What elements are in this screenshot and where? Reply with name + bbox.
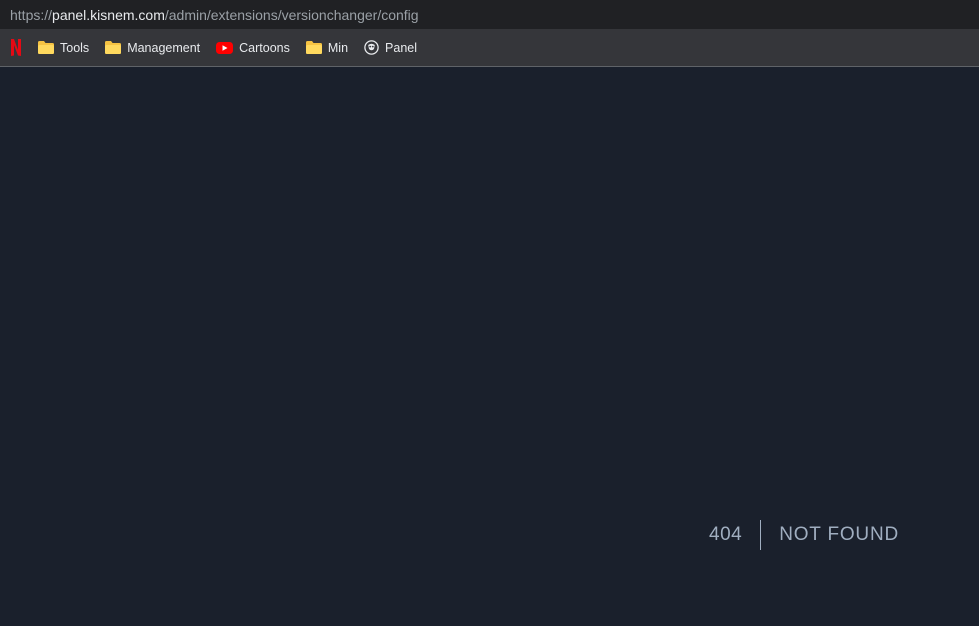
bookmark-tools[interactable]: Tools: [38, 41, 89, 55]
page-content: 404 NOT FOUND: [0, 67, 979, 626]
error-message: NOT FOUND: [779, 524, 899, 545]
bookmark-netflix[interactable]: [10, 39, 22, 56]
bookmark-label: Tools: [60, 40, 90, 55]
url-domain: panel.kisnem.com: [52, 6, 165, 23]
bookmark-label: Management: [127, 40, 201, 55]
folder-icon: [305, 41, 322, 54]
url-path: /admin/extensions/versionchanger/config: [164, 6, 419, 23]
bookmark-label: Min: [327, 40, 349, 55]
folder-icon: [105, 41, 122, 54]
bookmark-cartoons[interactable]: Cartoons: [216, 41, 290, 55]
bookmark-label: Panel: [385, 40, 418, 55]
bookmark-management[interactable]: Management: [105, 41, 200, 55]
folder-icon: [38, 41, 54, 54]
bookmark-panel[interactable]: Panel: [364, 40, 417, 55]
bookmark-label: Cartoons: [239, 40, 290, 55]
bookmarks-bar: Tools Management Cartoons Min Panel: [0, 29, 979, 67]
youtube-icon: [216, 41, 234, 54]
netflix-icon: [11, 39, 21, 56]
address-bar[interactable]: https://panel.kisnem.com/admin/extension…: [0, 0, 979, 29]
not-found-message: 404 NOT FOUND: [709, 520, 899, 550]
panel-logo-icon: [364, 40, 379, 55]
error-code: 404: [709, 520, 762, 550]
bookmark-min[interactable]: Min: [305, 40, 349, 55]
url-scheme: https://: [10, 6, 53, 23]
